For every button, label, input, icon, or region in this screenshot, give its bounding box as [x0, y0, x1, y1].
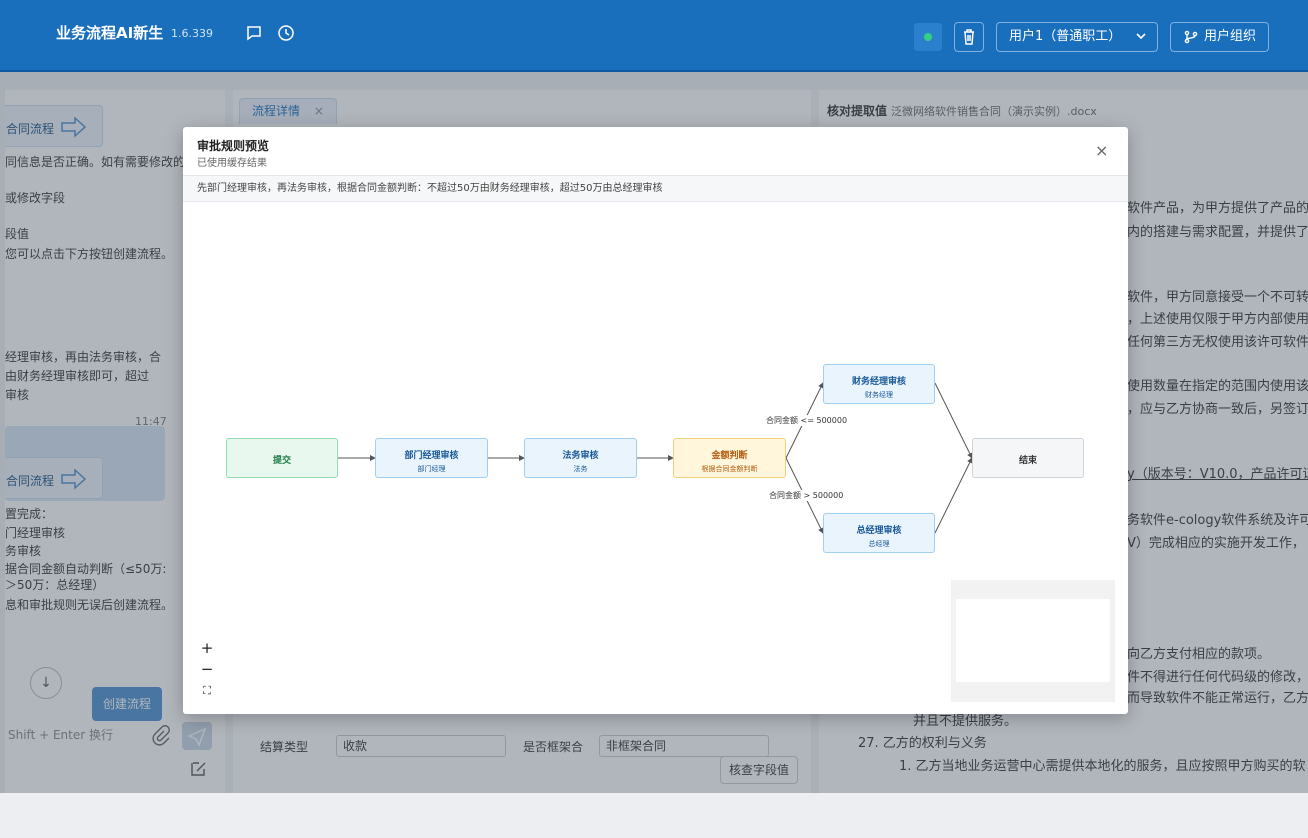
- minimap[interactable]: [951, 580, 1115, 702]
- fit-view-button[interactable]: ⛶: [196, 680, 218, 701]
- zoom-out-button[interactable]: −: [196, 659, 218, 680]
- chat-icon[interactable]: [245, 24, 263, 42]
- edge-label-gt: 合同金额 > 500000: [769, 490, 844, 501]
- status-dot: [924, 33, 932, 41]
- bottom-bar: [0, 793, 1308, 838]
- app-title: 业务流程AI新生: [56, 24, 164, 42]
- chevron-down-icon: [1135, 23, 1147, 62]
- node-end[interactable]: 结束: [972, 438, 1084, 478]
- edge-label-le: 合同金额 <= 500000: [766, 415, 848, 426]
- user-org-label: 用户组织: [1204, 29, 1257, 44]
- zoom-controls: + − ⛶: [196, 638, 218, 702]
- minimap-viewport[interactable]: [956, 599, 1110, 682]
- node-dept-review[interactable]: 部门经理审核 部门经理: [375, 438, 488, 478]
- edge-finance-end: [934, 382, 973, 459]
- app-header: 业务流程AI新生 1.6.339 用户1（普通职工） 用户组织: [0, 0, 1308, 72]
- history-icon[interactable]: [277, 24, 295, 42]
- node-legal-review[interactable]: 法务审核 法务: [524, 438, 637, 478]
- app-version: 1.6.339: [171, 27, 213, 40]
- user-org-button[interactable]: 用户组织: [1170, 22, 1269, 52]
- branch-icon: [1184, 30, 1198, 44]
- node-submit[interactable]: 提交: [226, 438, 338, 478]
- user-select-value: 用户1（普通职工）: [1009, 29, 1122, 44]
- trash-icon: [964, 29, 974, 45]
- edge-gm-end: [934, 457, 973, 534]
- zoom-in-button[interactable]: +: [196, 638, 218, 659]
- user-select[interactable]: 用户1（普通职工）: [996, 22, 1158, 52]
- node-amount-gateway[interactable]: 金额判断 根据合同金额判断: [673, 438, 786, 478]
- node-gm-review[interactable]: 总经理审核 总经理: [823, 513, 935, 553]
- node-finance-review[interactable]: 财务经理审核 财务经理: [823, 364, 935, 404]
- delete-button[interactable]: [954, 22, 984, 52]
- status-button[interactable]: [914, 23, 942, 51]
